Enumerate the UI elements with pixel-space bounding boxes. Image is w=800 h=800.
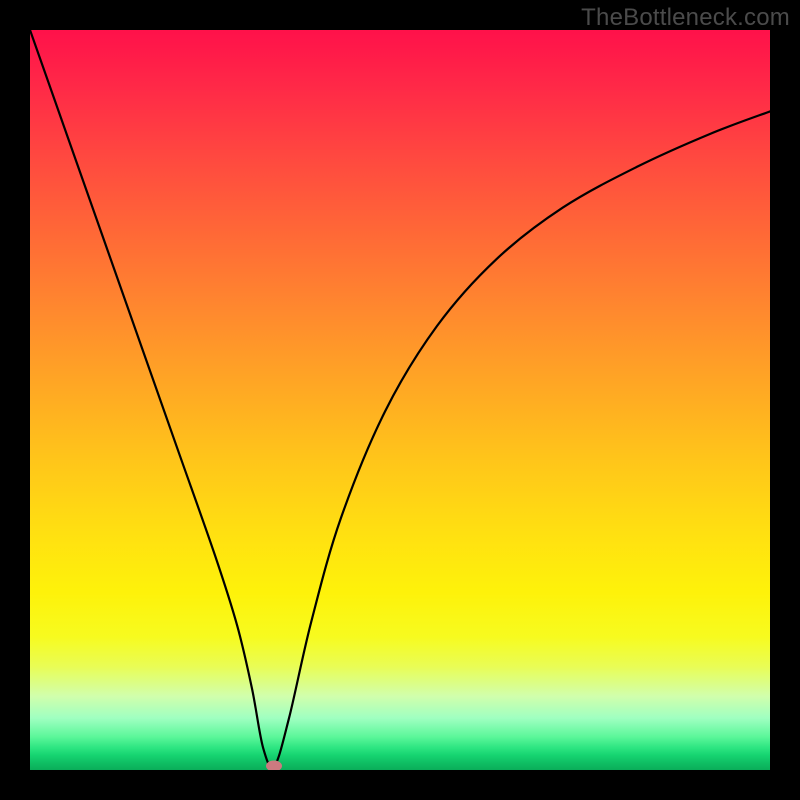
bottleneck-curve [30, 30, 770, 770]
optimal-point-marker [266, 761, 282, 770]
plot-area [30, 30, 770, 770]
watermark-text: TheBottleneck.com [581, 4, 790, 32]
